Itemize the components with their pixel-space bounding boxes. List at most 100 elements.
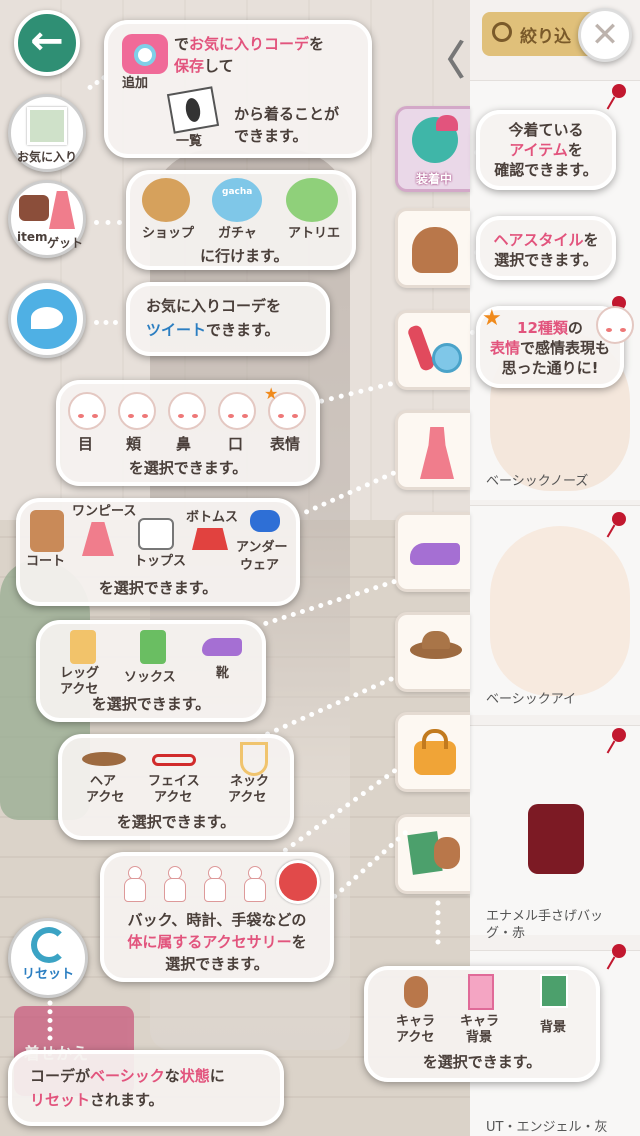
chara-background-label-2: 背景 [466, 1030, 493, 1045]
wearing-tip-bubble: 今着ている アイテムを 確認できます。 [476, 110, 616, 190]
nose-label: 鼻 [176, 435, 192, 453]
tab-clothes[interactable] [395, 410, 470, 490]
tip-text: を [309, 35, 325, 53]
tip-text: バック、時計、手袋などの [127, 911, 307, 929]
dress-icon [49, 191, 75, 229]
item-name: ベーシックアイ [486, 692, 577, 707]
eye-label: 目 [78, 435, 94, 453]
shop-tip-bubble: gacha ショップ ガチャ アトリエ に行けます。 [126, 170, 356, 270]
pin-icon [608, 728, 628, 756]
favorite-label: お気に入り [16, 150, 77, 164]
tops-icon [138, 518, 174, 550]
item-get-button[interactable]: item ゲット [8, 180, 86, 258]
shop-label: ショップ [142, 226, 195, 241]
dress-icon [420, 427, 454, 479]
tweet-tip-bubble: お気に入りコーデを ツイートできます。 [126, 282, 330, 356]
pin-icon [608, 84, 628, 112]
nose-face-icon [168, 392, 206, 430]
skirt-icon [192, 528, 228, 550]
tab-shoes[interactable] [395, 512, 470, 592]
item-thumbnail [490, 526, 630, 696]
cards-icon [166, 86, 220, 134]
background-label: 背景 [540, 1020, 567, 1035]
body-icon [160, 866, 188, 902]
tab-accessory[interactable] [395, 612, 470, 692]
star-icon: ★ [482, 306, 502, 331]
favorite-tip-bubble: 追加 でお気に入りコーデを 保存して 一覧 から着ることが できます。 [104, 20, 372, 158]
item-card[interactable] [470, 725, 640, 935]
reset-label: リセット [21, 967, 74, 982]
chara-accessory-icon [404, 976, 428, 1008]
shoe-icon [202, 638, 242, 656]
tip-text: を選択できます。 [422, 1053, 542, 1071]
reset-button[interactable]: リセット [8, 918, 88, 998]
back-button[interactable]: ← [14, 10, 80, 76]
tip-text: を選択できます。 [98, 579, 218, 597]
underwear-label-1: アンダー [236, 540, 288, 555]
tab-equipped[interactable]: 装着中 [395, 106, 470, 192]
hair-accessory-label-2: アクセ [86, 790, 125, 805]
tab-hair[interactable] [395, 208, 470, 288]
tip-text: お気に入りコーデを [146, 297, 282, 315]
tip-text: を選択できます。 [128, 459, 248, 477]
clothes-tip-bubble: ワンピース ボトムス コート トップス アンダー ウェア を選択できます。 [16, 498, 300, 606]
twitter-button[interactable] [8, 280, 86, 358]
tip-text: を選択できます。 [116, 813, 236, 831]
gacha-sign: gacha [222, 187, 253, 197]
tip-highlight: ベーシック [90, 1067, 165, 1085]
star-icon: ★ [264, 384, 279, 403]
hat-icon [82, 752, 126, 766]
pin-icon [608, 944, 628, 972]
tip-highlight: 保存 [174, 57, 205, 75]
body-icon [120, 866, 148, 902]
bag-thumbnail [528, 804, 584, 874]
photo-icon [27, 107, 67, 145]
tab-chara-background[interactable] [395, 814, 470, 894]
tab-bag[interactable] [395, 712, 470, 792]
tip-text: に [209, 1067, 225, 1085]
close-button[interactable]: ✕ [578, 8, 632, 62]
mouth-label: 口 [228, 435, 244, 453]
glasses-icon [152, 754, 196, 766]
tip-highlight: お気に入りコーデ [189, 35, 310, 53]
tip-text: を選択できます。 [91, 695, 211, 713]
coat-icon [30, 510, 64, 552]
favorite-button[interactable]: お気に入り [8, 94, 86, 172]
camera-icon [122, 34, 168, 74]
twitter-bird-icon [17, 289, 77, 349]
tip-text: 選択できます。 [165, 955, 269, 973]
chara-background-icon [468, 974, 494, 1010]
eye-face-icon [68, 392, 106, 430]
tip-text: できます。 [234, 127, 308, 145]
leg-accessory-icon [70, 630, 96, 664]
collapse-chevron-icon[interactable]: 〈 [425, 28, 465, 86]
tip-text: 選択できます。 [494, 251, 598, 269]
shop-icon [142, 178, 190, 222]
face-accessory-label-2: アクセ [154, 790, 193, 805]
coat-label: コート [26, 554, 66, 569]
item-name: グ・赤 [486, 926, 526, 941]
shoes-icon [410, 543, 460, 565]
category-tabs: 装着中 [395, 100, 470, 920]
item-name: UT・エンジェル・灰 [486, 1120, 608, 1135]
connector [94, 220, 122, 225]
tip-highlight: 12種類 [517, 319, 568, 337]
tip-text: に行けます。 [200, 247, 289, 265]
mouth-face-icon [218, 392, 256, 430]
list-label: 一覧 [176, 134, 203, 149]
tip-highlight: ヘアスタイル [493, 231, 584, 249]
item-get-label-1: item [17, 230, 48, 244]
filter-label: 絞り込 [520, 27, 571, 47]
tip-text: を [583, 231, 599, 249]
atelier-label: アトリエ [288, 226, 341, 241]
tip-text: されます。 [90, 1091, 164, 1109]
tip-highlight: 表情 [489, 339, 520, 357]
tip-text: な [164, 1067, 180, 1085]
tab-face[interactable] [395, 310, 470, 390]
connector [94, 320, 118, 325]
cheek-label: 頬 [126, 435, 142, 453]
close-icon: ✕ [590, 15, 620, 55]
tip-text: で感情表現も [520, 339, 611, 357]
tip-highlight: ツイート [146, 321, 207, 339]
onepiece-label: ワンピース [72, 504, 137, 519]
